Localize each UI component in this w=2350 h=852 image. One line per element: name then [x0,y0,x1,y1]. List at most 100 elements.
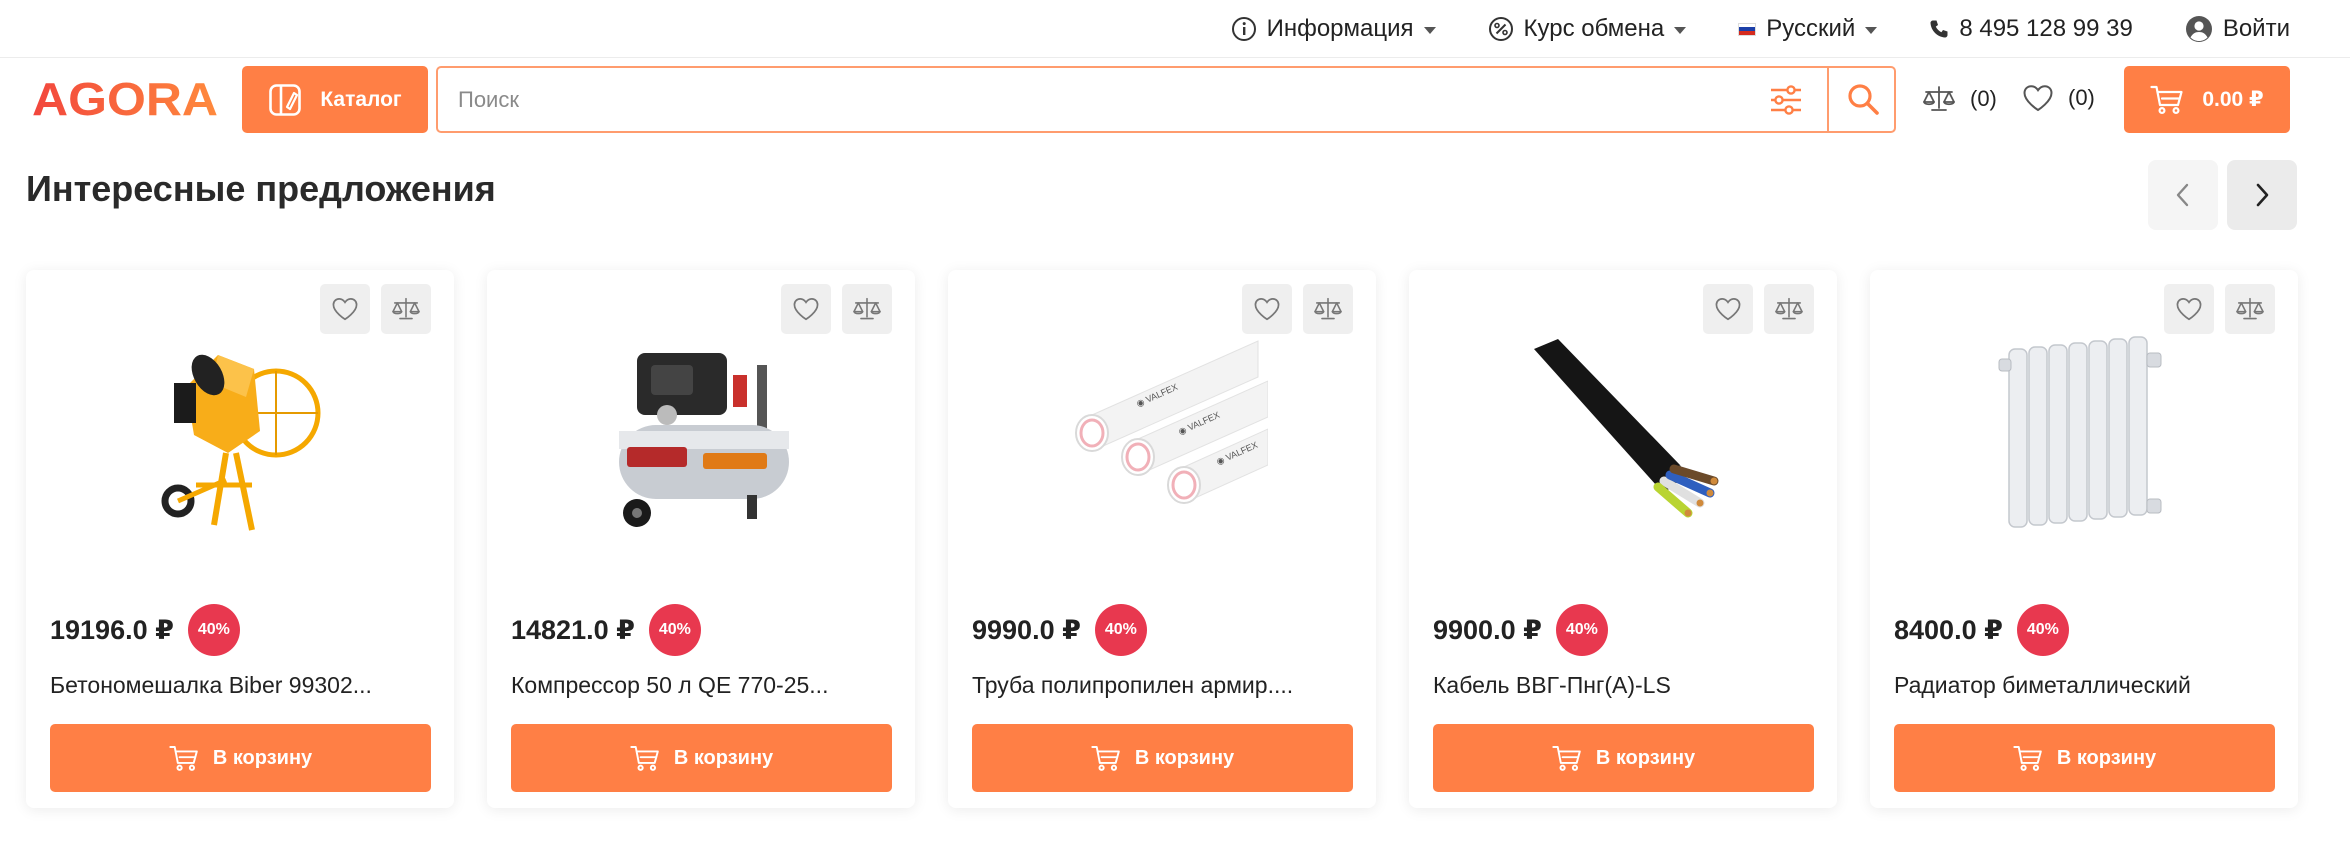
product-card[interactable]: 8400.0 ₽ 40% Радиатор биметаллический В … [1870,270,2298,808]
product-name[interactable]: Труба полипропилен армир.... [972,672,1293,699]
add-to-favorites-button[interactable] [1242,284,1292,334]
pipes-image[interactable]: ◉ VALFEX ◉ VALFEX ◉ VALFEX [1038,330,1288,540]
cart-button[interactable]: 0.00 ₽ [2124,66,2290,133]
price-row: 8400.0 ₽ 40% [1894,604,2069,656]
heart-icon [1254,298,1280,321]
language-dropdown[interactable]: Русский [1738,15,1878,43]
add-to-cart-button[interactable]: В корзину [1433,724,1814,792]
product-card[interactable]: ◉ VALFEX ◉ VALFEX ◉ VALFEX 9990.0 ₽ 40% [948,270,1376,808]
product-price: 14821.0 ₽ [511,614,635,645]
product-card[interactable]: 19196.0 ₽ 40% Бетономешалка Biber 99302.… [26,270,454,808]
filter-sliders-icon[interactable] [1769,84,1803,121]
search-divider [1827,68,1829,131]
product-name[interactable]: Кабель ВВГ-Пнг(А)-LS [1433,672,1671,699]
add-to-favorites-button[interactable] [1703,284,1753,334]
cart-icon [2013,745,2043,772]
top-bar-menu: Информация Курс обмена Русский 8 495 128… [1179,0,2290,58]
favorites-count: (0) [2068,85,2095,110]
heart-icon [1715,298,1741,321]
product-name[interactable]: Радиатор биметаллический [1894,672,2191,699]
air-compressor-image[interactable] [577,330,827,540]
radiator-image[interactable] [1960,330,2210,540]
compare-scales-icon [1775,297,1803,320]
cart-total: 0.00 ₽ [2202,88,2264,111]
add-to-compare-button[interactable] [842,284,892,334]
cart-icon [1552,745,1582,772]
add-to-cart-label: В корзину [212,746,313,769]
compare-scales-icon [2236,297,2264,320]
add-to-compare-button[interactable] [2225,284,2275,334]
svg-text:AGORA: AGORA [32,78,218,120]
heart-icon [2176,298,2202,321]
add-to-favorites-button[interactable] [2164,284,2214,334]
search-bar [436,66,1896,133]
carousel-prev-button[interactable] [2148,160,2218,230]
info-icon [1231,16,1257,42]
carousel-next-button[interactable] [2227,160,2297,230]
heart-icon [2022,84,2054,112]
agora-logo[interactable]: AGORA [32,73,220,125]
add-to-cart-label: В корзину [1134,746,1235,769]
currency-label: Курс обмена [1523,15,1665,42]
phone-link[interactable]: 8 495 128 99 39 [1929,15,2133,43]
currency-dropdown[interactable]: Курс обмена [1488,15,1687,43]
discount-badge: 40% [187,604,240,656]
add-to-cart-button[interactable]: В корзину [511,724,892,792]
cart-icon [169,745,199,772]
section-title: Интересные предложения [26,168,496,209]
top-bar: Информация Курс обмена Русский 8 495 128… [0,0,2350,58]
discount-badge: 40% [648,604,701,656]
percent-icon [1488,16,1514,42]
product-price: 8400.0 ₽ [1894,614,2003,645]
cable-image[interactable] [1499,330,1749,540]
catalog-label: Каталог [320,87,402,111]
product-carousel: 19196.0 ₽ 40% Бетономешалка Biber 99302.… [26,270,2326,810]
add-to-favorites-button[interactable] [781,284,831,334]
product-name[interactable]: Бетономешалка Biber 99302... [50,672,372,699]
russia-flag-icon [1738,22,1757,36]
cart-icon [1091,745,1121,772]
add-to-compare-button[interactable] [1764,284,1814,334]
product-price: 9900.0 ₽ [1433,614,1542,645]
product-price: 19196.0 ₽ [50,614,174,645]
language-label: Русский [1766,15,1856,42]
compare-scales-icon [392,297,420,320]
compare-scales-icon [1314,297,1342,320]
info-label: Информация [1266,15,1414,42]
add-to-compare-button[interactable] [381,284,431,334]
login-label: Войти [2222,15,2290,42]
favorites-link[interactable]: (0) [2022,84,2095,112]
compare-link[interactable]: (0) [1922,84,1997,114]
catalog-button[interactable]: Каталог [242,66,428,133]
compare-count: (0) [1970,86,1997,111]
cart-icon [2150,85,2184,115]
concrete-mixer-image[interactable] [116,330,366,540]
product-price: 9990.0 ₽ [972,614,1081,645]
discount-badge: 40% [1555,604,1608,656]
discount-badge: 40% [1094,604,1147,656]
add-to-cart-button[interactable]: В корзину [972,724,1353,792]
cart-icon [630,745,660,772]
product-card[interactable]: 9900.0 ₽ 40% Кабель ВВГ-Пнг(А)-LS В корз… [1409,270,1837,808]
phone-number: 8 495 128 99 39 [1959,15,2133,42]
phone-icon [1929,19,1949,39]
info-dropdown[interactable]: Информация [1231,15,1436,43]
add-to-cart-label: В корзину [673,746,774,769]
product-name[interactable]: Компрессор 50 л QE 770-25... [511,672,828,699]
add-to-compare-button[interactable] [1303,284,1353,334]
search-icon[interactable] [1846,82,1880,121]
heart-icon [793,298,819,321]
chevron-left-icon [2176,183,2189,207]
login-link[interactable]: Войти [2185,15,2290,43]
chevron-down-icon [1423,26,1436,34]
add-to-cart-label: В корзину [1595,746,1696,769]
compare-scales-icon [1922,84,1956,114]
heart-icon [332,298,358,321]
add-to-cart-button[interactable]: В корзину [50,724,431,792]
product-card[interactable]: 14821.0 ₽ 40% Компрессор 50 л QE 770-25.… [487,270,915,808]
discount-badge: 40% [2016,604,2069,656]
price-row: 9990.0 ₽ 40% [972,604,1147,656]
add-to-favorites-button[interactable] [320,284,370,334]
add-to-cart-button[interactable]: В корзину [1894,724,2275,792]
search-input[interactable] [458,68,1758,131]
